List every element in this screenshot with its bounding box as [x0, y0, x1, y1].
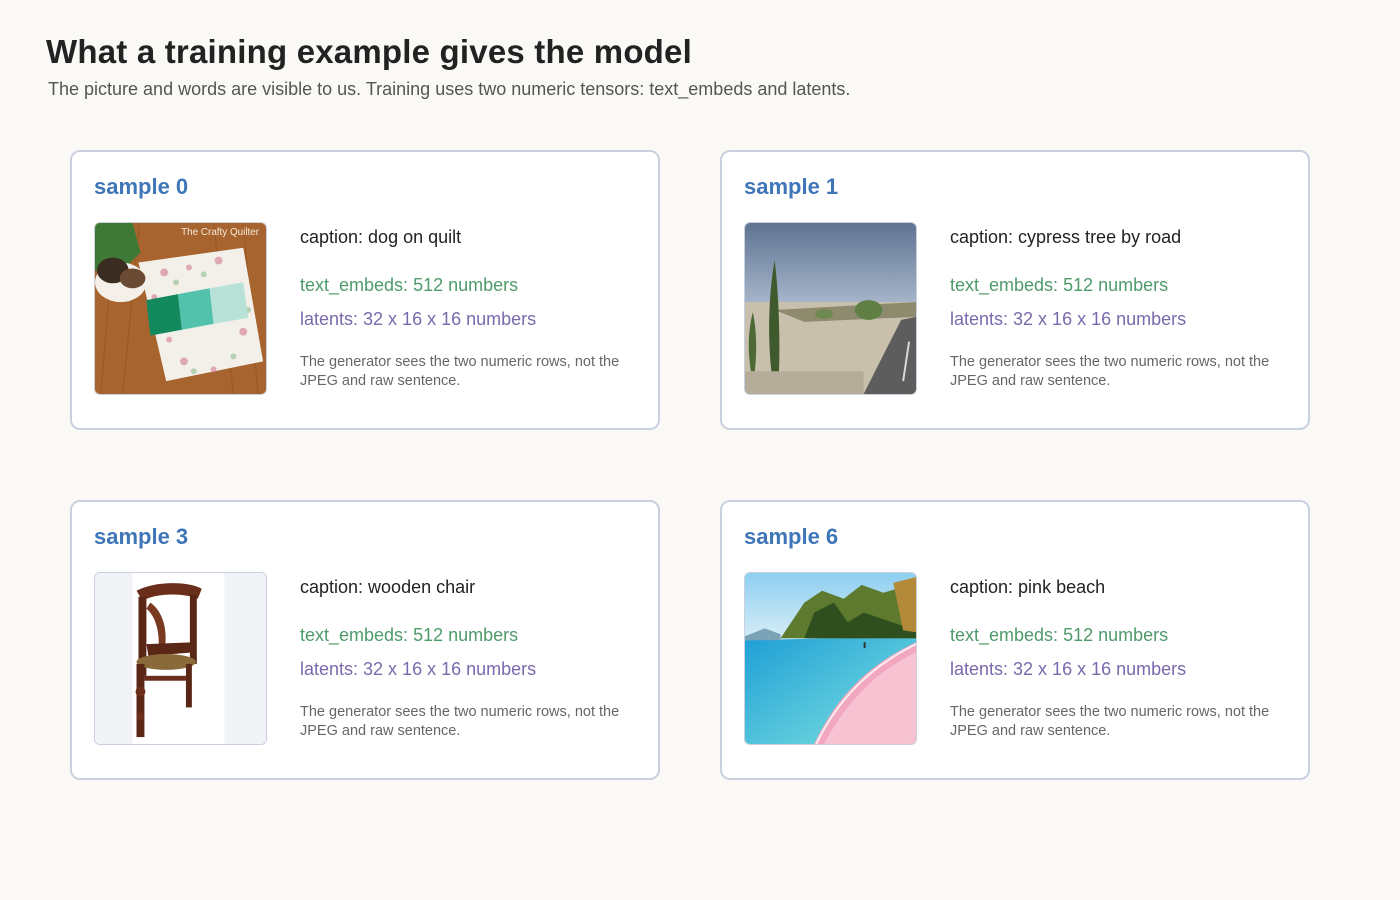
pink-beach-picture: [745, 573, 916, 744]
sample-card: sample 0 The Crafty Quilter caption: dog…: [70, 150, 660, 430]
sample-card: sample 6 caption: pink beach text_embeds…: [720, 500, 1310, 780]
generator-note: The generator sees the two numeric rows,…: [950, 354, 1270, 389]
cypress-tree-road-image: [744, 222, 917, 395]
generator-note: The generator sees the two numeric rows,…: [300, 704, 620, 739]
generator-note: The generator sees the two numeric rows,…: [300, 354, 620, 389]
caption-text: caption: wooden chair: [300, 577, 476, 597]
latents-info: latents: 32 x 16 x 16 numbers: [950, 659, 1187, 679]
latents-info: latents: 32 x 16 x 16 numbers: [300, 309, 537, 329]
generator-note: The generator sees the two numeric rows,…: [950, 704, 1270, 739]
sample-card: sample 3 caption: wooden chair text_embe…: [70, 500, 660, 780]
caption-text: caption: cypress tree by road: [950, 227, 1182, 247]
dog-on-quilt-image: The Crafty Quilter: [94, 222, 267, 395]
page-subtitle: The picture and words are visible to us.…: [48, 79, 851, 99]
wooden-chair-picture: [95, 573, 266, 744]
pink-beach-image: [744, 572, 917, 745]
page-title: What a training example gives the model: [46, 33, 692, 70]
latents-info: latents: 32 x 16 x 16 numbers: [950, 309, 1187, 329]
page: What a training example gives the model …: [0, 0, 1400, 900]
text-embeds-info: text_embeds: 512 numbers: [950, 625, 1169, 645]
cypress-tree-road-picture: [745, 223, 916, 394]
sample-card: sample 1 caption: cypress tree by road t…: [720, 150, 1310, 430]
wooden-chair-image: [94, 572, 267, 745]
text-embeds-info: text_embeds: 512 numbers: [950, 275, 1169, 295]
latents-info: latents: 32 x 16 x 16 numbers: [300, 659, 537, 679]
card-title: sample 1: [744, 174, 839, 199]
card-title: sample 0: [94, 174, 189, 199]
caption-text: caption: pink beach: [950, 577, 1106, 597]
text-embeds-info: text_embeds: 512 numbers: [300, 625, 519, 645]
text-embeds-info: text_embeds: 512 numbers: [300, 275, 519, 295]
card-title: sample 3: [94, 524, 189, 549]
photo-watermark: The Crafty Quilter: [181, 227, 260, 238]
caption-text: caption: dog on quilt: [300, 227, 462, 247]
dog-on-quilt-picture: The Crafty Quilter: [95, 223, 266, 394]
card-title: sample 6: [744, 524, 839, 549]
